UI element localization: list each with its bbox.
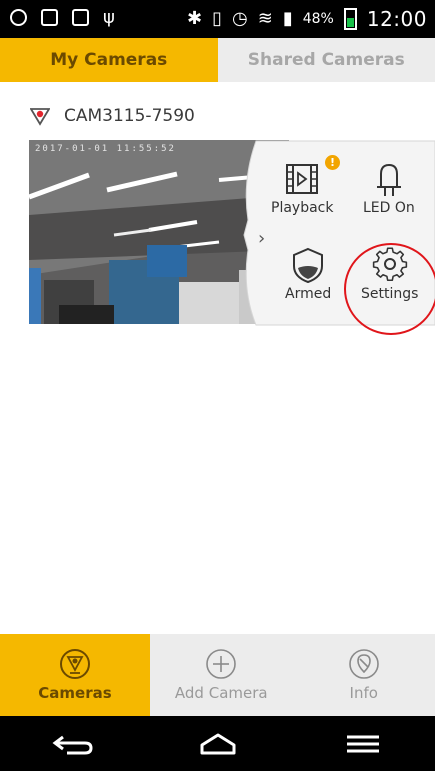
status-bar: ψ ✱ ▯ ◷ ≋ ▮ 48% 12:00 (0, 0, 435, 38)
status-icons-left: ψ (10, 7, 120, 28)
notification-icon (41, 9, 58, 26)
armed-label: Armed (285, 286, 332, 302)
nav-cameras-label: Cameras (38, 684, 112, 702)
tab-my-cameras[interactable]: My Cameras (0, 38, 218, 82)
alarm-icon: ◷ (232, 8, 248, 29)
system-navigation-bar (0, 716, 435, 771)
home-icon[interactable] (194, 729, 242, 759)
camera-icon (60, 649, 90, 679)
playback-button[interactable]: Playback (271, 160, 333, 216)
signal-icon: ▮ (282, 8, 293, 29)
battery-percent: 48% (302, 11, 334, 27)
camera-status-icon (30, 108, 50, 126)
settings-highlight-circle (344, 243, 435, 335)
camera-tabs: My Cameras Shared Cameras (0, 38, 435, 82)
info-icon (348, 649, 379, 679)
wifi-icon: ≋ (257, 8, 273, 29)
status-icons-right: ✱ ▯ ◷ ≋ ▮ 48% 12:00 (187, 6, 427, 32)
camera-name: CAM3115-7590 (64, 106, 195, 126)
playback-label: Playback (271, 200, 334, 216)
armed-toggle-button[interactable]: Armed (285, 246, 331, 302)
shield-status-icon (10, 9, 27, 26)
camera-header[interactable]: CAM3115-7590 (30, 106, 195, 126)
bottom-navigation: Cameras Add Camera Info (0, 634, 435, 716)
clock: 12:00 (366, 7, 427, 31)
nav-info[interactable]: Info (293, 634, 435, 716)
nav-add-camera[interactable]: Add Camera (150, 634, 293, 716)
collapse-panel-chevron-icon[interactable]: › (258, 228, 265, 249)
preview-timestamp: 2017-01-01 11:55:52 (35, 144, 176, 154)
vibrate-icon: ▯ (212, 8, 223, 29)
usb-icon: ψ (103, 7, 115, 28)
nav-cameras[interactable]: Cameras (0, 634, 150, 716)
menu-icon[interactable] (339, 729, 387, 759)
led-label: LED On (363, 200, 415, 216)
bluetooth-icon: ✱ (187, 8, 203, 29)
nav-add-camera-label: Add Camera (174, 684, 268, 702)
image-icon (72, 9, 89, 26)
playback-icon (286, 164, 319, 194)
led-icon (376, 163, 401, 196)
back-icon[interactable] (49, 729, 97, 759)
tab-shared-cameras[interactable]: Shared Cameras (217, 38, 435, 82)
nav-info-label: Info (349, 684, 378, 702)
plus-circle-icon (206, 649, 237, 679)
playback-alert-badge: ! (325, 155, 340, 170)
shield-icon (293, 247, 324, 284)
led-toggle-button[interactable]: LED On (363, 160, 415, 216)
battery-icon (343, 8, 357, 30)
